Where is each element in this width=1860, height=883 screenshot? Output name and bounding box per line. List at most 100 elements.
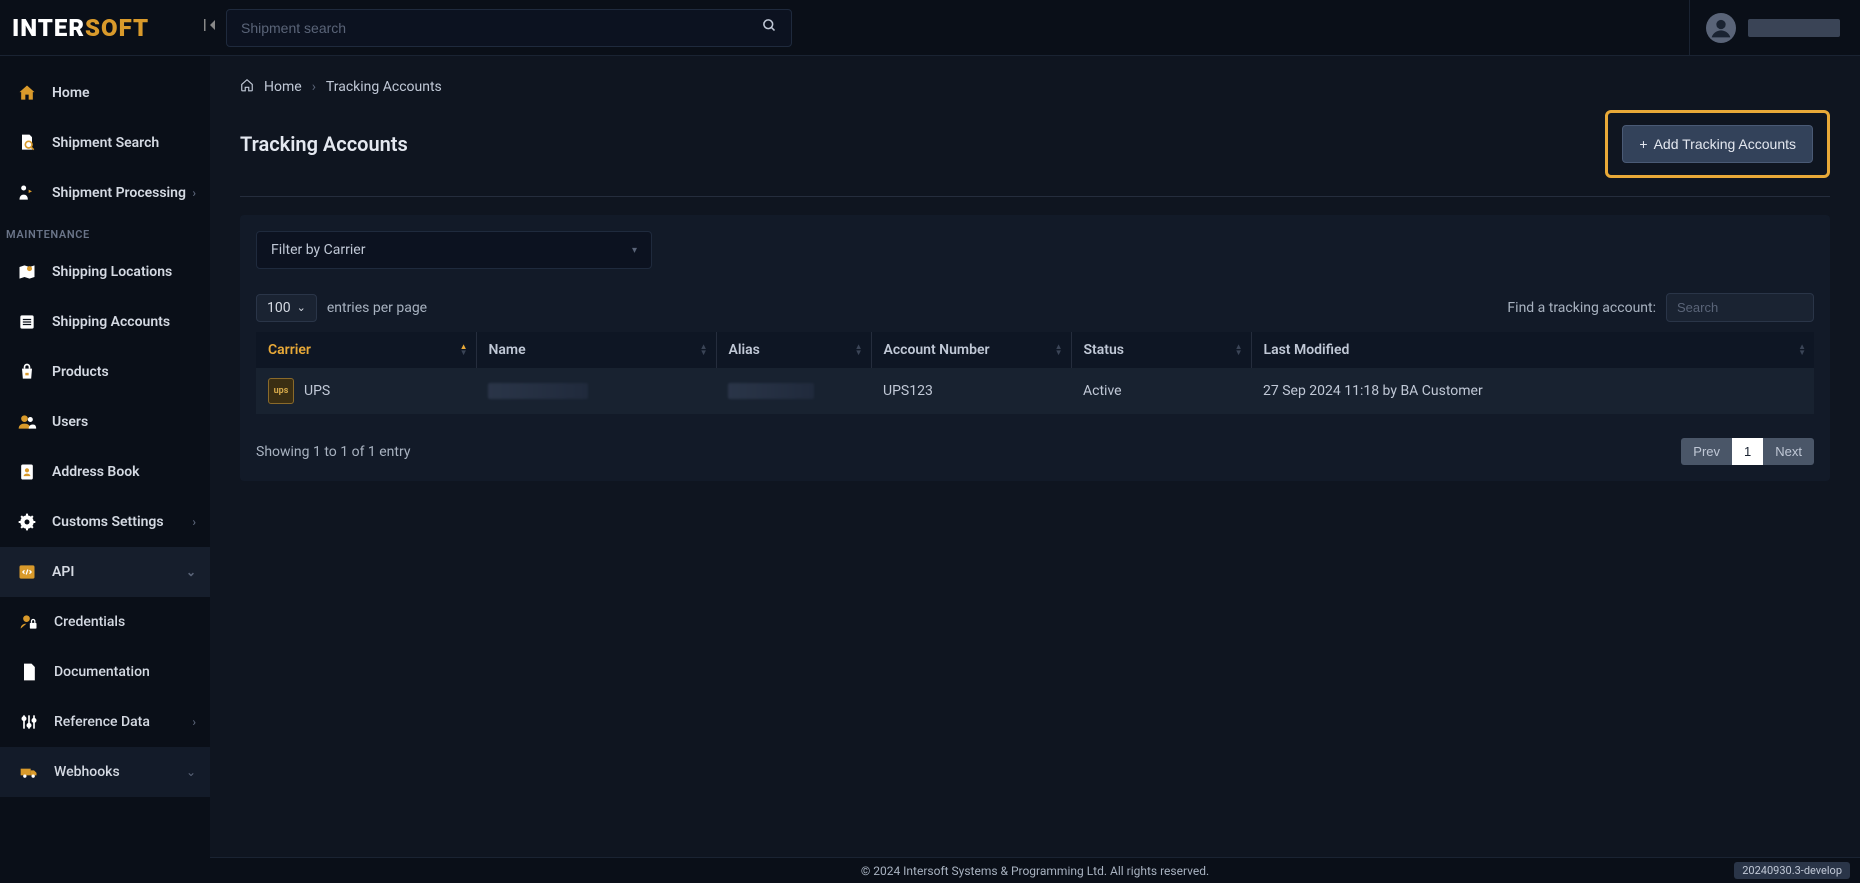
cell-carrier: UPS bbox=[304, 383, 330, 399]
add-tracking-accounts-button[interactable]: + Add Tracking Accounts bbox=[1622, 125, 1813, 163]
sidebar-item-label: Documentation bbox=[54, 664, 150, 680]
tracking-accounts-panel: Filter by Carrier ▾ 100 ⌄ entries per pa… bbox=[240, 215, 1830, 481]
page-header: Tracking Accounts + Add Tracking Account… bbox=[240, 110, 1830, 197]
sidebar-item-label: Address Book bbox=[52, 464, 140, 480]
address-book-icon bbox=[16, 461, 38, 483]
sidebar-item-shipment-processing[interactable]: Shipment Processing › bbox=[0, 168, 210, 218]
chevron-right-icon: › bbox=[192, 186, 196, 200]
users-icon bbox=[16, 411, 38, 433]
sort-icon: ▲▼ bbox=[1055, 344, 1063, 356]
shipment-search-input[interactable] bbox=[241, 20, 762, 36]
user-menu[interactable] bbox=[1689, 0, 1848, 55]
cell-account-number: UPS123 bbox=[871, 368, 1071, 414]
app-header: INTERSOFT bbox=[0, 0, 1860, 56]
col-last-modified[interactable]: Last Modified ▲▼ bbox=[1251, 332, 1814, 368]
logo-part1: INTER bbox=[12, 14, 85, 42]
sort-icon: ▲▼ bbox=[1798, 344, 1806, 356]
chevron-right-icon: › bbox=[192, 715, 196, 729]
col-status[interactable]: Status ▲▼ bbox=[1071, 332, 1251, 368]
code-icon bbox=[16, 561, 38, 583]
sort-icon: ▲▼ bbox=[855, 344, 863, 356]
cell-name-redacted bbox=[488, 383, 588, 399]
sidebar-item-reference-data[interactable]: Reference Data › bbox=[0, 697, 210, 747]
sidebar-item-label: Credentials bbox=[54, 614, 125, 630]
col-carrier[interactable]: Carrier ▲▼ bbox=[256, 332, 476, 368]
cell-alias-redacted bbox=[728, 383, 814, 399]
sidebar-item-credentials[interactable]: Credentials bbox=[0, 597, 210, 647]
search-icon[interactable] bbox=[762, 18, 777, 37]
col-account-number[interactable]: Account Number ▲▼ bbox=[871, 332, 1071, 368]
prev-page-button[interactable]: Prev bbox=[1681, 438, 1732, 465]
caret-down-icon: ▾ bbox=[632, 245, 637, 256]
plus-icon: + bbox=[1639, 136, 1647, 152]
main-content: Home › Tracking Accounts Tracking Accoun… bbox=[210, 56, 1860, 857]
sidebar-item-documentation[interactable]: Documentation bbox=[0, 647, 210, 697]
table-search-input[interactable] bbox=[1666, 293, 1814, 322]
sidebar-item-label: Users bbox=[52, 414, 88, 430]
sidebar-item-label: Home bbox=[52, 85, 90, 101]
sidebar-item-shipment-search[interactable]: Shipment Search bbox=[0, 118, 210, 168]
bag-icon bbox=[16, 361, 38, 383]
version-badge: 20240930.3-develop bbox=[1734, 862, 1850, 879]
list-icon bbox=[16, 311, 38, 333]
avatar-icon bbox=[1706, 13, 1736, 43]
highlighted-action: + Add Tracking Accounts bbox=[1605, 110, 1830, 178]
sort-icon: ▲▼ bbox=[1235, 344, 1243, 356]
file-icon bbox=[18, 661, 40, 683]
tracking-accounts-table: Carrier ▲▼ Name ▲▼ Alias ▲▼ Account Numb… bbox=[256, 332, 1814, 414]
sidebar-item-label: API bbox=[52, 564, 74, 580]
sidebar-item-webhooks[interactable]: Webhooks ⌄ bbox=[0, 747, 210, 797]
sidebar-item-label: Shipping Locations bbox=[52, 264, 172, 280]
map-pin-icon bbox=[16, 261, 38, 283]
chevron-down-icon: ⌄ bbox=[186, 765, 196, 779]
truck-icon bbox=[18, 761, 40, 783]
page-title: Tracking Accounts bbox=[240, 132, 408, 156]
sidebar-item-label: Reference Data bbox=[54, 714, 150, 730]
sort-icon: ▲▼ bbox=[700, 344, 708, 356]
next-page-button[interactable]: Next bbox=[1763, 438, 1814, 465]
sidebar-item-customs-settings[interactable]: Customs Settings › bbox=[0, 497, 210, 547]
sidebar-item-home[interactable]: Home bbox=[0, 68, 210, 118]
sidebar-section-maintenance: MAINTENANCE bbox=[0, 218, 210, 247]
chevron-down-icon: ⌄ bbox=[186, 565, 196, 579]
ups-logo-icon: ups bbox=[268, 378, 294, 404]
page-1-button[interactable]: 1 bbox=[1732, 438, 1763, 465]
app-footer: © 2024 Intersoft Systems & Programming L… bbox=[210, 857, 1860, 883]
sidebar-item-label: Shipping Accounts bbox=[52, 314, 170, 330]
sidebar-item-shipping-locations[interactable]: Shipping Locations bbox=[0, 247, 210, 297]
copyright-text: © 2024 Intersoft Systems & Programming L… bbox=[861, 864, 1209, 878]
breadcrumb-home[interactable]: Home bbox=[264, 79, 302, 95]
table-row[interactable]: ups UPS UPS123 Active 27 Sep 2024 11:18 … bbox=[256, 368, 1814, 414]
gear-icon bbox=[16, 511, 38, 533]
sidebar-item-label: Webhooks bbox=[54, 764, 120, 780]
cell-last-modified: 27 Sep 2024 11:18 by BA Customer bbox=[1251, 368, 1814, 414]
cell-status: Active bbox=[1071, 368, 1251, 414]
filter-label: Filter by Carrier bbox=[271, 242, 365, 258]
breadcrumb-current: Tracking Accounts bbox=[326, 79, 442, 95]
entries-per-page-select[interactable]: 100 ⌄ bbox=[256, 294, 317, 322]
col-alias[interactable]: Alias ▲▼ bbox=[716, 332, 871, 368]
home-icon bbox=[16, 82, 38, 104]
sidebar-collapse-icon[interactable] bbox=[202, 17, 218, 38]
entries-value: 100 bbox=[267, 300, 291, 316]
sidebar-item-label: Customs Settings bbox=[52, 514, 164, 530]
breadcrumb: Home › Tracking Accounts bbox=[240, 78, 1830, 96]
entries-label: entries per page bbox=[327, 300, 427, 316]
user-name-redacted bbox=[1748, 19, 1840, 37]
sidebar-item-api[interactable]: API ⌄ bbox=[0, 547, 210, 597]
home-breadcrumb-icon[interactable] bbox=[240, 78, 254, 96]
col-name[interactable]: Name ▲▼ bbox=[476, 332, 716, 368]
sidebar-item-label: Shipment Processing bbox=[52, 185, 186, 201]
filter-by-carrier-select[interactable]: Filter by Carrier ▾ bbox=[256, 231, 652, 269]
shipment-search-box bbox=[226, 9, 792, 47]
chevron-down-icon: ⌄ bbox=[297, 301, 306, 314]
user-lock-icon bbox=[18, 611, 40, 633]
app-logo[interactable]: INTERSOFT bbox=[12, 14, 198, 42]
table-info: Showing 1 to 1 of 1 entry bbox=[256, 444, 410, 460]
sidebar-item-users[interactable]: Users bbox=[0, 397, 210, 447]
sidebar-item-shipping-accounts[interactable]: Shipping Accounts bbox=[0, 297, 210, 347]
sidebar-item-address-book[interactable]: Address Book bbox=[0, 447, 210, 497]
sidebar-item-products[interactable]: Products bbox=[0, 347, 210, 397]
table-search-label: Find a tracking account: bbox=[1507, 300, 1656, 316]
logo-part2: SOFT bbox=[85, 14, 149, 42]
